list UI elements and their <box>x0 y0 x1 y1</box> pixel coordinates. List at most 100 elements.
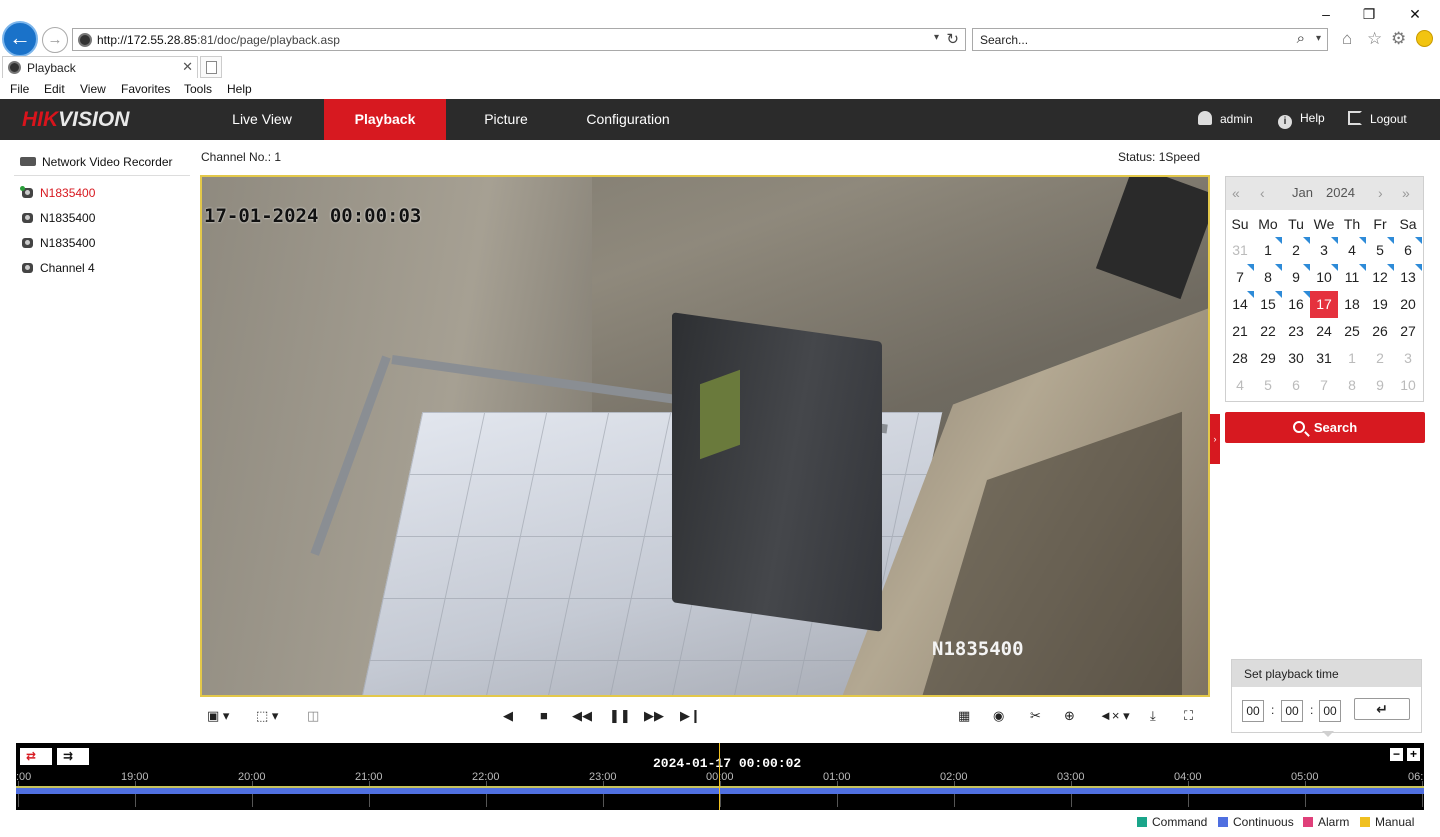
forward-button[interactable]: → <box>42 27 68 53</box>
calendar-day[interactable]: 26 <box>1366 318 1394 345</box>
channel-item-1[interactable]: N1835400 <box>20 186 95 200</box>
calendar-day[interactable]: 8 <box>1254 264 1282 291</box>
capture-button[interactable]: ◉ <box>993 708 1004 724</box>
help-link[interactable]: i Help <box>1278 111 1325 129</box>
channel-item-3[interactable]: N1835400 <box>22 236 95 250</box>
calendar-day[interactable]: 29 <box>1254 345 1282 372</box>
channel-item-2[interactable]: N1835400 <box>22 211 95 225</box>
calendar-year[interactable]: 2024 <box>1326 185 1355 200</box>
calendar-day[interactable]: 10 <box>1310 264 1338 291</box>
tab-picture[interactable]: Picture <box>445 99 567 140</box>
calendar-day[interactable]: 7 <box>1226 264 1254 291</box>
timeline-cursor[interactable] <box>719 743 720 810</box>
calendar-day[interactable]: 31 <box>1226 237 1254 264</box>
calendar-day[interactable]: 11 <box>1338 264 1366 291</box>
download-button[interactable]: ⤓ <box>1150 708 1156 724</box>
calendar-day[interactable]: 21 <box>1226 318 1254 345</box>
calendar-day[interactable]: 31 <box>1310 345 1338 372</box>
search-icon[interactable]: ⌕ <box>1297 30 1305 47</box>
zoom-in-icon[interactable]: + <box>1407 748 1420 761</box>
calendar-day[interactable]: 2 <box>1282 237 1310 264</box>
user-menu[interactable]: admin <box>1198 111 1253 126</box>
collapse-panel-button[interactable]: › <box>1210 414 1220 464</box>
timeline-filter-button[interactable]: ⇉ <box>57 748 89 765</box>
calendar-day[interactable]: 8 <box>1338 372 1366 399</box>
calendar-day[interactable]: 9 <box>1366 372 1394 399</box>
calendar-day[interactable]: 4 <box>1338 237 1366 264</box>
calendar-day[interactable]: 13 <box>1394 264 1422 291</box>
calendar-day[interactable]: 12 <box>1366 264 1394 291</box>
browser-tab-playback[interactable]: Playback ✕ <box>2 56 198 78</box>
window-layout-button[interactable]: ▣ ▾ <box>207 708 229 724</box>
timeline-sync-button[interactable]: ⇄ <box>20 748 52 765</box>
single-frame-button[interactable]: ▶❙ <box>680 708 701 724</box>
calendar-day[interactable]: 6 <box>1394 237 1422 264</box>
close-tab-icon[interactable]: ✕ <box>182 59 193 75</box>
prev-month-icon[interactable]: ‹ <box>1260 185 1265 201</box>
search-dropdown-icon[interactable]: ▾ <box>1316 33 1321 44</box>
zoom-out-icon[interactable]: − <box>1390 748 1403 761</box>
second-input[interactable]: 00 <box>1319 700 1341 722</box>
next-month-icon[interactable]: › <box>1378 185 1383 201</box>
calendar-day[interactable]: 1 <box>1338 345 1366 372</box>
channel-item-4[interactable]: Channel 4 <box>22 261 95 275</box>
menu-view[interactable]: View <box>80 82 106 96</box>
video-playback-window[interactable]: 17-01-2024 00:00:03 N1835400 <box>200 175 1210 697</box>
slow-down-button[interactable]: ◀◀ <box>572 708 592 724</box>
calendar-day[interactable]: 16 <box>1282 291 1310 318</box>
prev-year-icon[interactable]: « <box>1232 185 1240 201</box>
calendar-month[interactable]: Jan <box>1292 185 1313 200</box>
calendar-day[interactable]: 22 <box>1254 318 1282 345</box>
calendar-day[interactable]: 10 <box>1394 372 1422 399</box>
logout-link[interactable]: Logout <box>1348 111 1407 126</box>
calendar-day[interactable]: 3 <box>1310 237 1338 264</box>
favorites-star-icon[interactable]: ☆ <box>1367 29 1382 49</box>
pause-button[interactable]: ❚❚ <box>609 708 631 724</box>
back-button[interactable]: ← <box>2 21 38 57</box>
stop-all-button[interactable]: ▦ <box>958 708 970 724</box>
calendar-day[interactable]: 18 <box>1338 291 1366 318</box>
speed-up-button[interactable]: ▶▶ <box>644 708 664 724</box>
stop-button[interactable]: ■ <box>540 708 548 723</box>
calendar-day[interactable]: 3 <box>1394 345 1422 372</box>
audio-button[interactable]: ◄× ▾ <box>1099 708 1130 724</box>
address-bar[interactable]: http://172.55.28.85:81/doc/page/playback… <box>72 28 966 51</box>
digital-zoom-button[interactable]: ⊕ <box>1064 708 1075 724</box>
hour-input[interactable]: 00 <box>1242 700 1264 722</box>
menu-favorites[interactable]: Favorites <box>121 82 170 96</box>
calendar-day[interactable]: 5 <box>1254 372 1282 399</box>
menu-edit[interactable]: Edit <box>44 82 65 96</box>
digital-zoom-mode-button[interactable]: ◫ <box>307 708 319 724</box>
calendar-day[interactable]: 17 <box>1310 291 1338 318</box>
apply-time-button[interactable]: ↵ <box>1354 698 1410 720</box>
home-icon[interactable]: ⌂ <box>1342 29 1352 49</box>
refresh-icon[interactable]: ↻ <box>946 30 959 48</box>
calendar-day[interactable]: 9 <box>1282 264 1310 291</box>
calendar-day[interactable]: 6 <box>1282 372 1310 399</box>
close-window-icon[interactable]: ✕ <box>1405 6 1425 22</box>
calendar-day[interactable]: 30 <box>1282 345 1310 372</box>
menu-file[interactable]: File <box>10 82 29 96</box>
feedback-smiley-icon[interactable] <box>1416 30 1433 47</box>
calendar-day[interactable]: 25 <box>1338 318 1366 345</box>
maximize-icon[interactable]: ❐ <box>1359 6 1379 22</box>
minute-input[interactable]: 00 <box>1281 700 1303 722</box>
browser-search-box[interactable]: Search... ⌕ ▾ <box>972 28 1328 51</box>
calendar-day[interactable]: 7 <box>1310 372 1338 399</box>
clip-button[interactable]: ✂ <box>1030 708 1041 724</box>
calendar-day[interactable]: 28 <box>1226 345 1254 372</box>
device-tree-root[interactable]: Network Video Recorder <box>20 155 173 169</box>
tab-live-view[interactable]: Live View <box>201 99 323 140</box>
calendar-day[interactable]: 4 <box>1226 372 1254 399</box>
next-year-icon[interactable]: » <box>1402 185 1410 201</box>
calendar-day[interactable]: 27 <box>1394 318 1422 345</box>
fullscreen-button[interactable]: ⛶ <box>1184 708 1193 724</box>
calendar-day[interactable]: 20 <box>1394 291 1422 318</box>
tab-playback[interactable]: Playback <box>324 99 446 140</box>
window-split-button[interactable]: ⬚ ▾ <box>256 708 278 724</box>
calendar-day[interactable]: 15 <box>1254 291 1282 318</box>
new-tab-button[interactable] <box>200 56 222 78</box>
settings-gear-icon[interactable]: ⚙ <box>1391 29 1406 49</box>
playback-timeline[interactable]: ⇄ ⇉ 2024-01-17 00:00:02 :00 19:00 20:00 21:… <box>16 743 1424 810</box>
calendar-day[interactable]: 24 <box>1310 318 1338 345</box>
